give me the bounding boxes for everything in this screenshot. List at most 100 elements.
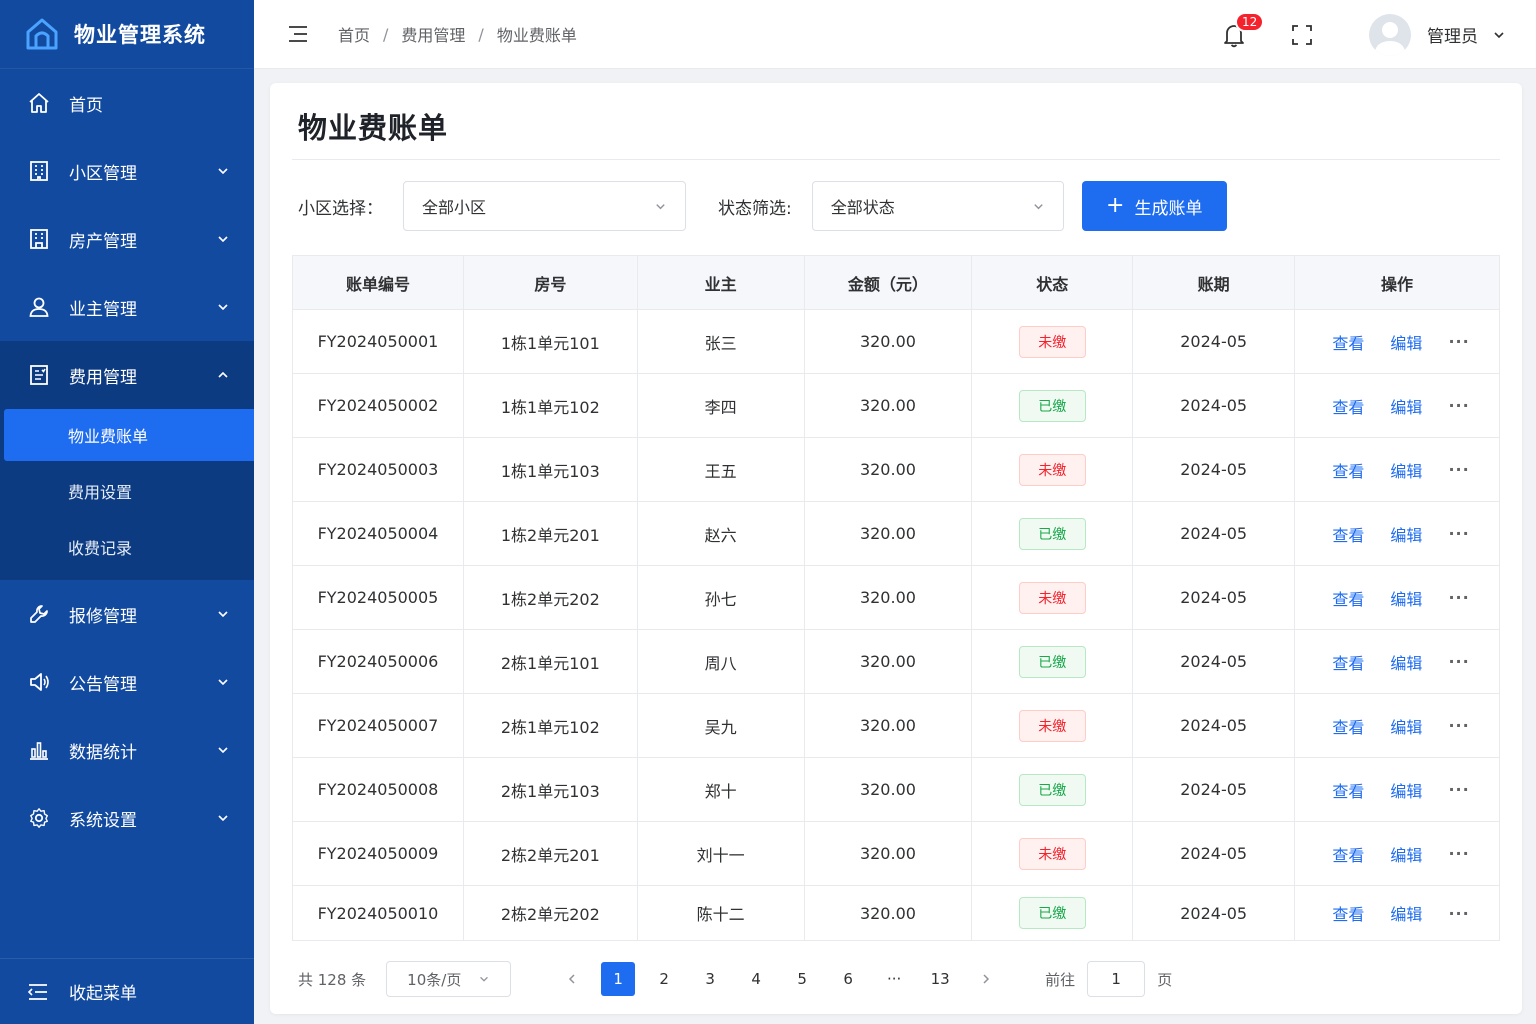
edit-link[interactable]: 编辑 <box>1390 901 1422 925</box>
sidebar-item-statistics[interactable]: 数据统计 <box>0 716 254 784</box>
edit-link[interactable]: 编辑 <box>1390 330 1422 354</box>
page-button-1[interactable]: 1 <box>601 962 636 996</box>
sidebar-subitem-payment-records[interactable]: 收费记录 <box>0 521 254 573</box>
view-link[interactable]: 查看 <box>1332 650 1364 674</box>
more-actions-icon[interactable]: ··· <box>1448 716 1469 735</box>
more-actions-icon[interactable]: ··· <box>1448 524 1469 543</box>
bill-table: 账单编号 房号 业主 金额（元） 状态 账期 操作 FY2024050001 1栋… <box>292 255 1500 941</box>
page-button-4[interactable]: 4 <box>739 962 773 996</box>
cell-amount: 320.00 <box>804 885 973 941</box>
sidebar-item-community[interactable]: 小区管理 <box>0 137 254 205</box>
edit-link[interactable]: 编辑 <box>1390 394 1422 418</box>
status-badge: 已缴 <box>1018 517 1086 550</box>
next-page-button[interactable] <box>969 962 1003 996</box>
table-row: FY2024050004 1栋2单元201 赵六 320.00 已缴 2024-05 查看 编… <box>292 501 1500 566</box>
generate-bill-button[interactable]: + 生成账单 <box>1081 181 1227 231</box>
more-actions-icon[interactable]: ··· <box>1448 588 1469 607</box>
notification-button[interactable]: 12 <box>1221 11 1265 48</box>
more-actions-icon[interactable]: ··· <box>1448 460 1469 479</box>
sidebar-item-settings[interactable]: 系统设置 <box>0 784 254 852</box>
view-link[interactable]: 查看 <box>1332 394 1364 418</box>
page-size-select[interactable]: 10条/页 <box>386 961 512 997</box>
header-actions: 12 管理员 <box>1221 0 1506 69</box>
cell-amount: 320.00 <box>804 629 973 694</box>
more-actions-icon[interactable]: ··· <box>1448 652 1469 671</box>
cell-period: 2024-05 <box>1132 885 1296 941</box>
view-link[interactable]: 查看 <box>1332 586 1364 610</box>
page-button-5[interactable]: 5 <box>785 962 819 996</box>
sidebar-item-notice[interactable]: 公告管理 <box>0 648 254 716</box>
row-actions: 查看 编辑 ··· <box>1295 778 1499 802</box>
cell-amount: 320.00 <box>804 821 973 886</box>
more-actions-icon[interactable]: ··· <box>1448 780 1469 799</box>
sidebar-item-label: 数据统计 <box>69 742 137 763</box>
goto-page-input[interactable]: 1 <box>1087 961 1146 997</box>
view-link[interactable]: 查看 <box>1332 458 1364 482</box>
view-link[interactable]: 查看 <box>1332 522 1364 546</box>
sidebar-subitem-fee-settings[interactable]: 费用设置 <box>0 465 254 517</box>
more-actions-icon[interactable]: ··· <box>1448 396 1469 415</box>
cell-actions: 查看 编辑 ··· <box>1295 566 1500 630</box>
row-actions: 查看 编辑 ··· <box>1295 842 1499 866</box>
community-filter-label: 小区选择： <box>298 198 383 219</box>
row-actions: 查看 编辑 ··· <box>1295 330 1499 354</box>
breadcrumb-fees[interactable]: 费用管理 <box>401 22 465 46</box>
page-button-2[interactable]: 2 <box>647 962 681 996</box>
username[interactable]: 管理员 <box>1427 22 1478 47</box>
edit-link[interactable]: 编辑 <box>1390 650 1422 674</box>
edit-link[interactable]: 编辑 <box>1390 842 1422 866</box>
view-link[interactable]: 查看 <box>1332 901 1364 925</box>
edit-link[interactable]: 编辑 <box>1390 522 1422 546</box>
prev-page-button[interactable] <box>555 962 589 996</box>
bar-chart-icon <box>27 738 51 762</box>
more-actions-icon[interactable]: ··· <box>1448 844 1469 863</box>
chevron-down-icon[interactable] <box>1492 28 1506 42</box>
community-select[interactable]: 全部小区 <box>403 181 686 231</box>
table-row: FY2024050005 1栋2单元202 孙七 320.00 未缴 2024-05 查看 编… <box>292 565 1500 630</box>
status-select[interactable]: 全部状态 <box>811 181 1064 231</box>
more-actions-icon[interactable]: ··· <box>1448 904 1469 923</box>
sidebar-item-repair[interactable]: 报修管理 <box>0 580 254 648</box>
avatar-person-icon <box>1374 21 1406 56</box>
page-ellipsis[interactable]: ··· <box>877 962 911 996</box>
cell-period: 2024-05 <box>1132 565 1296 630</box>
cell-room: 2栋2单元202 <box>463 885 638 941</box>
view-link[interactable]: 查看 <box>1332 330 1364 354</box>
more-actions-icon[interactable]: ··· <box>1448 332 1469 351</box>
edit-link[interactable]: 编辑 <box>1390 586 1422 610</box>
cell-period: 2024-05 <box>1132 757 1296 822</box>
page-button-3[interactable]: 3 <box>693 962 727 996</box>
goto-suffix: 页 <box>1157 970 1173 989</box>
generate-bill-label: 生成账单 <box>1134 198 1203 219</box>
status-badge: 未缴 <box>1018 325 1086 358</box>
view-link[interactable]: 查看 <box>1332 842 1364 866</box>
cell-period: 2024-05 <box>1132 501 1296 566</box>
sidebar-item-property[interactable]: 房产管理 <box>0 205 254 273</box>
cell-room: 2栋1单元102 <box>463 693 638 758</box>
page-button-13[interactable]: 13 <box>923 962 957 996</box>
sidebar-subitem-property-bill[interactable]: 物业费账单 <box>4 409 254 461</box>
cell-actions: 查看 编辑 ··· <box>1295 694 1500 758</box>
cell-amount: 320.00 <box>804 501 973 566</box>
sidebar-item-owner[interactable]: 业主管理 <box>0 273 254 341</box>
edit-link[interactable]: 编辑 <box>1390 458 1422 482</box>
view-link[interactable]: 查看 <box>1332 778 1364 802</box>
cell-bill-id: FY2024050007 <box>292 693 464 758</box>
community-select-value: 全部小区 <box>422 198 487 217</box>
avatar[interactable] <box>1369 13 1411 56</box>
collapse-menu-button[interactable]: 收起菜单 <box>0 958 254 1024</box>
fullscreen-icon[interactable] <box>1291 24 1313 46</box>
edit-link[interactable]: 编辑 <box>1390 714 1422 738</box>
breadcrumb-home[interactable]: 首页 <box>338 22 370 46</box>
table-row: FY2024050001 1栋1单元101 张三 320.00 未缴 2024-05 查看 编… <box>292 309 1500 374</box>
page-button-6[interactable]: 6 <box>831 962 865 996</box>
sidebar-item-fees[interactable]: 费用管理 <box>0 341 254 409</box>
filter-bar: 小区选择： 全部小区 状态筛选: 全部状态 + 生成账单 <box>298 181 1227 231</box>
row-actions: 查看 编辑 ··· <box>1295 458 1499 482</box>
table-row: FY2024050002 1栋1单元102 李四 320.00 已缴 2024-05 查看 编… <box>292 373 1500 438</box>
gear-icon <box>27 806 51 830</box>
edit-link[interactable]: 编辑 <box>1390 778 1422 802</box>
view-link[interactable]: 查看 <box>1332 714 1364 738</box>
hamburger-icon[interactable] <box>288 24 308 44</box>
sidebar-item-home[interactable]: 首页 <box>0 69 254 137</box>
